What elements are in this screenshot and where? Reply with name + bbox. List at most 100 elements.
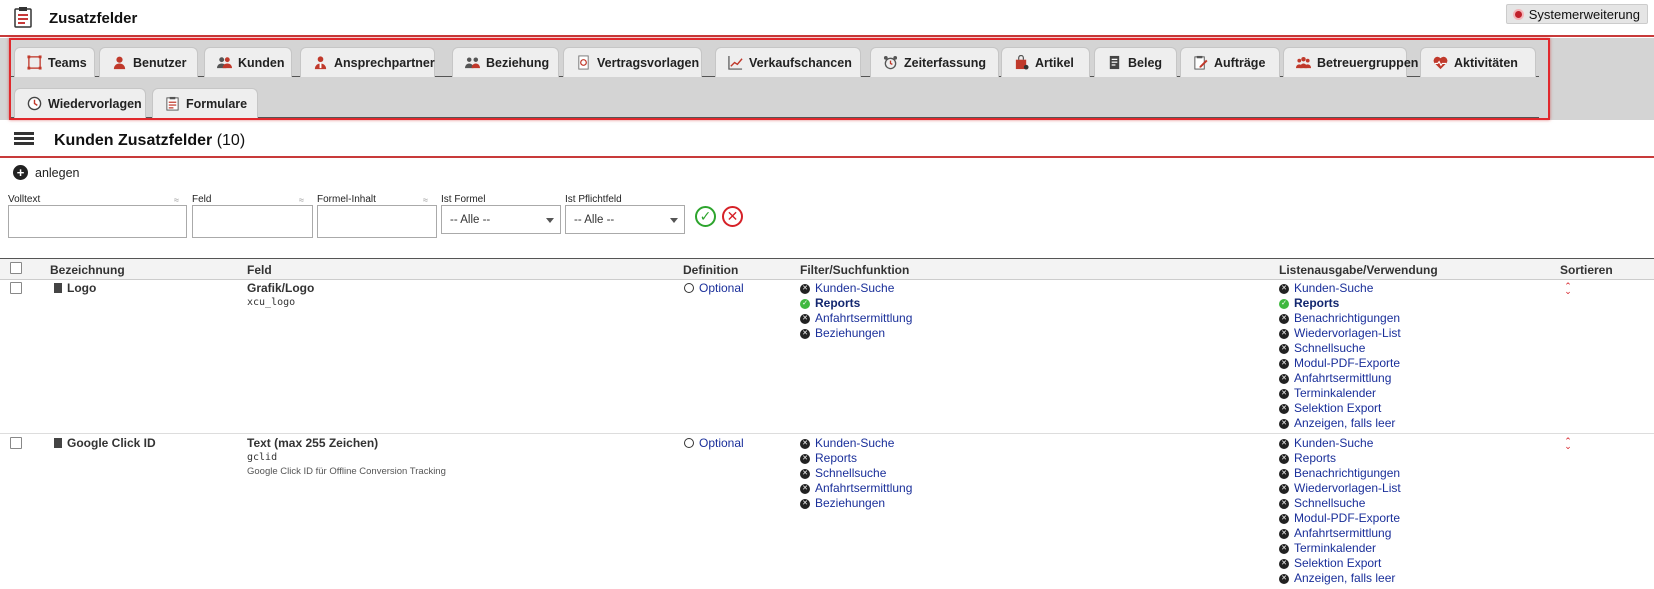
ist-pflichtfeld-value: -- Alle -- <box>574 214 615 226</box>
option-label: Anzeigen, falls leer <box>1294 416 1396 430</box>
option-link[interactable]: ✕ Terminkalender <box>1279 386 1401 401</box>
row-checkbox[interactable] <box>10 282 22 294</box>
volltext-input[interactable] <box>8 205 187 238</box>
filter-options: ✕ Kunden-Suche ✓ Reports ✕ Anfahrtsermittlung… <box>800 281 912 341</box>
system-extension-button[interactable]: Systemerweiterung <box>1505 4 1648 24</box>
x-circle-icon: ✕ <box>800 438 810 449</box>
feld-input[interactable] <box>192 205 313 238</box>
option-link[interactable]: ✕ Anfahrtsermittlung <box>800 481 912 496</box>
option-link[interactable]: ✕ Beziehungen <box>800 496 912 511</box>
row-name: Google Click ID <box>54 436 156 450</box>
x-circle-icon: ✕ <box>1279 358 1289 369</box>
option-link[interactable]: ✕ Anfahrtsermittlung <box>1279 371 1401 386</box>
column-header-listing[interactable]: Listenausgabe/Verwendung <box>1279 263 1438 277</box>
option-label: Kunden-Suche <box>815 281 895 295</box>
listing-options: ✕ Kunden-Suche ✓ Reports ✕ Benachrichtigungen… <box>1279 281 1401 431</box>
field-type: Text (max 255 Zeichen) <box>247 436 379 450</box>
column-header-feld[interactable]: Feld <box>247 263 272 277</box>
sort-toggle-icon[interactable]: ≈ <box>174 195 179 205</box>
sort-arrows-icon[interactable]: ⌃ ⌄ <box>1563 437 1573 451</box>
option-link[interactable]: ✕ Modul-PDF-Exporte <box>1279 511 1401 526</box>
field-description: Google Click ID für Offline Conversion T… <box>247 466 446 477</box>
option-label: Terminkalender <box>1294 386 1377 400</box>
check-circle-icon: ✓ <box>800 298 810 309</box>
field-key: xcu_logo <box>247 297 296 308</box>
x-circle-icon: ✕ <box>800 283 810 294</box>
option-label: Benachrichtigungen <box>1294 311 1401 325</box>
page-header: Zusatzfelder Systemerweiterung <box>0 0 1654 36</box>
x-circle-icon: ✕ <box>1279 483 1289 494</box>
definition-link[interactable]: Optional <box>684 281 744 295</box>
option-link[interactable]: ✕ Reports <box>1279 451 1401 466</box>
select-all-checkbox[interactable] <box>10 262 22 274</box>
x-circle-icon: ✕ <box>1279 388 1289 399</box>
sort-toggle-icon[interactable]: ≈ <box>423 195 428 205</box>
option-label: Selektion Export <box>1294 401 1382 415</box>
option-link[interactable]: ✕ Selektion Export <box>1279 401 1401 416</box>
column-header-bezeichnung[interactable]: Bezeichnung <box>50 263 125 277</box>
formel-inhalt-input[interactable] <box>317 205 437 238</box>
system-extension-label: Systemerweiterung <box>1528 6 1640 22</box>
option-link[interactable]: ✕ Selektion Export <box>1279 556 1401 571</box>
option-label: Modul-PDF-Exporte <box>1294 356 1401 370</box>
option-link[interactable]: ✕ Modul-PDF-Exporte <box>1279 356 1401 371</box>
definition-link[interactable]: Optional <box>684 436 744 450</box>
option-link[interactable]: ✕ Kunden-Suche <box>1279 436 1401 451</box>
option-label: Kunden-Suche <box>815 436 895 450</box>
option-link[interactable]: ✕ Anzeigen, falls leer <box>1279 416 1401 431</box>
x-circle-icon: ✕ <box>1279 313 1289 324</box>
option-link[interactable]: ✓ Reports <box>1279 296 1401 311</box>
x-circle-icon: ✕ <box>800 328 810 339</box>
option-label: Modul-PDF-Exporte <box>1294 511 1401 525</box>
option-link[interactable]: ✕ Anzeigen, falls leer <box>1279 571 1401 586</box>
x-circle-icon: ✕ <box>1279 453 1289 464</box>
option-label: Schnellsuche <box>815 466 887 480</box>
row-name: Logo <box>54 281 96 295</box>
option-link[interactable]: ✕ Kunden-Suche <box>800 281 912 296</box>
ist-formel-select[interactable]: -- Alle -- <box>441 205 561 234</box>
reset-filter-button[interactable]: ✕ <box>722 206 743 227</box>
add-button[interactable]: + anlegen <box>13 165 80 180</box>
formel-inhalt-label: Formel-Inhalt <box>317 194 376 205</box>
sort-arrows-icon[interactable]: ⌃ ⌄ <box>1563 282 1573 296</box>
apply-filter-button[interactable]: ✓ <box>695 206 716 227</box>
field-key: gclid <box>247 452 278 463</box>
x-circle-icon: ✕ <box>1279 283 1289 294</box>
row-field: Grafik/Logo xcu_logo <box>247 281 314 308</box>
option-link[interactable]: ✕ Schnellsuche <box>1279 496 1401 511</box>
sort-toggle-icon[interactable]: ≈ <box>299 195 304 205</box>
option-link[interactable]: ✕ Kunden-Suche <box>1279 281 1401 296</box>
option-link[interactable]: ✕ Benachrichtigungen <box>1279 466 1401 481</box>
option-link[interactable]: ✕ Schnellsuche <box>1279 341 1401 356</box>
option-link[interactable]: ✕ Terminkalender <box>1279 541 1401 556</box>
option-link[interactable]: ✕ Beziehungen <box>800 326 912 341</box>
option-link[interactable]: ✕ Benachrichtigungen <box>1279 311 1401 326</box>
option-label: Selektion Export <box>1294 556 1382 570</box>
option-link[interactable]: ✕ Kunden-Suche <box>800 436 912 451</box>
feld-label: Feld <box>192 194 212 205</box>
option-link[interactable]: ✕ Reports <box>800 451 912 466</box>
volltext-label: Volltext <box>8 194 41 205</box>
check-circle-icon: ✓ <box>1279 298 1289 309</box>
column-header-sortieren[interactable]: Sortieren <box>1560 263 1613 277</box>
ist-pflichtfeld-label: Ist Pflichtfeld <box>565 194 622 205</box>
option-label: Reports <box>1294 451 1337 465</box>
option-link[interactable]: ✓ Reports <box>800 296 912 311</box>
ist-pflichtfeld-select[interactable]: -- Alle -- <box>565 205 685 234</box>
option-link[interactable]: ✕ Anfahrtsermittlung <box>800 311 912 326</box>
option-link[interactable]: ✕ Anfahrtsermittlung <box>1279 526 1401 541</box>
row-checkbox[interactable] <box>10 437 22 449</box>
option-link[interactable]: ✕ Wiedervorlagen-List <box>1279 481 1401 496</box>
option-link[interactable]: ✕ Schnellsuche <box>800 466 912 481</box>
header-divider <box>0 35 1654 37</box>
option-label: Wiedervorlagen-List <box>1294 326 1401 340</box>
option-label: Anfahrtsermittlung <box>1294 526 1392 540</box>
x-circle-icon: ✕ <box>800 313 810 324</box>
column-header-filter[interactable]: Filter/Suchfunktion <box>800 263 909 277</box>
x-circle-icon: ✕ <box>1279 403 1289 414</box>
option-link[interactable]: ✕ Wiedervorlagen-List <box>1279 326 1401 341</box>
x-circle-icon: ✕ <box>800 483 810 494</box>
column-header-definition[interactable]: Definition <box>683 263 738 277</box>
document-icon <box>54 438 62 448</box>
list-icon <box>14 132 34 146</box>
